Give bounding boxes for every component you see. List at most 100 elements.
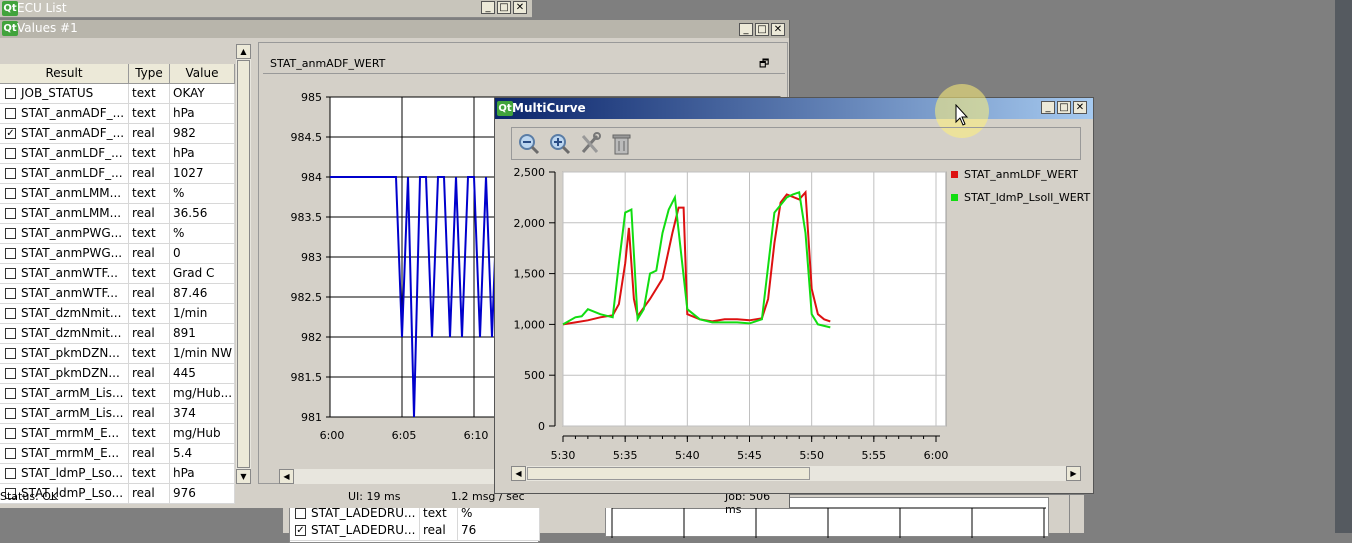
scroll-left-button[interactable]: ◀: [511, 466, 526, 481]
row-type: real: [129, 244, 170, 264]
row-type: text: [129, 304, 170, 324]
row-type: text: [129, 424, 170, 444]
row-value: 982: [170, 124, 235, 144]
x-tick-label: 5:50: [799, 449, 824, 462]
row-result: STAT_anmWTF...: [0, 264, 129, 284]
row-value: mg/Hub...: [170, 384, 235, 404]
table-row[interactable]: STAT_mrmM_E... text mg/Hub: [0, 424, 235, 444]
legend-swatch-2: [951, 194, 958, 201]
table-row[interactable]: STAT_anmLDF_... text hPa: [0, 144, 235, 164]
y-tick-label: 984: [301, 171, 322, 184]
row-result: STAT_anmADF_...: [0, 124, 129, 144]
minimize-button[interactable]: _: [739, 23, 753, 36]
row-value: hPa: [170, 464, 235, 484]
row-result: STAT_anmWTF...: [0, 284, 129, 304]
x-tick-label: 6:10: [464, 429, 489, 442]
row-type: text: [129, 344, 170, 364]
row-value: 36.56: [170, 204, 235, 224]
scroll-right-button[interactable]: ▶: [1066, 466, 1081, 481]
single-chart-title: STAT_anmADF_WERT: [270, 57, 386, 70]
table-row[interactable]: STAT_anmLDF_... real 1027: [0, 164, 235, 184]
minimize-button[interactable]: _: [1041, 101, 1055, 114]
zoom-in-icon[interactable]: [548, 132, 572, 156]
row-result: STAT_mrmM_E...: [0, 424, 129, 444]
row-type: real: [129, 324, 170, 344]
table-row[interactable]: STAT_pkmDZN... text 1/min NW: [0, 344, 235, 364]
x-tick-label: 5:40: [675, 449, 700, 462]
x-tick-label: 6:00: [924, 449, 949, 462]
row-type: text: [129, 464, 170, 484]
x-tick-label: 5:35: [613, 449, 638, 462]
maximize-button[interactable]: □: [1057, 101, 1071, 114]
zoom-out-icon[interactable]: [517, 132, 541, 156]
row-type: text: [129, 264, 170, 284]
table-row[interactable]: STAT_mrmM_E... real 5.4: [0, 444, 235, 464]
ecu-list-titlebar[interactable]: Qt ECU List _ □ ✕: [0, 0, 532, 18]
table-row[interactable]: STAT_anmLMM... real 36.56: [0, 204, 235, 224]
scroll-up-button[interactable]: ▲: [236, 44, 251, 59]
table-row[interactable]: STAT_ldmP_Lso... text hPa: [0, 464, 235, 484]
trash-icon[interactable]: [610, 132, 634, 156]
row-type: real: [420, 521, 458, 541]
table-row[interactable]: STAT_anmWTF... text Grad C: [0, 264, 235, 284]
maximize-button[interactable]: □: [755, 23, 769, 36]
table-row[interactable]: JOB_STATUS text OKAY: [0, 84, 235, 104]
table-row[interactable]: STAT_anmLMM... text%: [0, 184, 235, 204]
table-row[interactable]: STAT_armM_Lis... real 374: [0, 404, 235, 424]
table-row[interactable]: STAT_anmPWG... real 0: [0, 244, 235, 264]
multicurve-chart: 2,500 2,000 1,500 1,000 500 0 5:30 5:35 5:40 5:45…: [514, 166, 949, 462]
table-scrollbar[interactable]: ▲ ▼: [236, 44, 251, 484]
column-header-result[interactable]: Result: [0, 64, 129, 84]
x-tick-label: 6:00: [320, 429, 345, 442]
close-button[interactable]: ✕: [771, 23, 785, 36]
row-result: STAT_mrmM_E...: [0, 444, 129, 464]
row-result: STAT_anmLDF_...: [0, 144, 129, 164]
table-row[interactable]: STAT_dzmNmit... text 1/min: [0, 304, 235, 324]
close-button[interactable]: ✕: [1073, 101, 1087, 114]
x-tick-label: 5:30: [551, 449, 576, 462]
row-type: text: [129, 144, 170, 164]
table-row[interactable]: STAT_armM_Lis... text mg/Hub...: [0, 384, 235, 404]
table-row[interactable]: ✓ STAT_anmADF_... real 982: [0, 124, 235, 144]
table-row[interactable]: STAT_pkmDZN... real 445: [0, 364, 235, 384]
settings-tools-icon[interactable]: [579, 132, 603, 156]
maximize-button[interactable]: □: [497, 1, 511, 14]
minimize-button[interactable]: _: [481, 1, 495, 14]
table-row[interactable]: ✓ STAT_LADEDRU... real 76: [290, 521, 540, 541]
row-type: text: [129, 384, 170, 404]
legend-label-1: STAT_anmLDF_WERT: [964, 168, 1078, 181]
y-tick-label: 500: [524, 369, 545, 382]
table-row[interactable]: STAT_anmWTF... real 87.46: [0, 284, 235, 304]
row-result: STAT_anmADF_...: [0, 104, 129, 124]
table-row[interactable]: STAT_anmADF_... text hPa: [0, 104, 235, 124]
legend-item-2: STAT_ldmP_Lsoll_WERT: [951, 191, 1090, 204]
row-value: 891: [170, 324, 235, 344]
multicurve-titlebar[interactable]: Qt MultiCurve _ □ ✕: [495, 98, 1093, 119]
row-value: hPa: [170, 144, 235, 164]
close-button[interactable]: ✕: [513, 1, 527, 14]
row-type: real: [129, 164, 170, 184]
table-row[interactable]: STAT_dzmNmit... real 891: [0, 324, 235, 344]
row-type: text: [129, 224, 170, 244]
column-header-value[interactable]: Value: [170, 64, 235, 84]
y-tick-label: 0: [538, 420, 545, 433]
scroll-down-button[interactable]: ▼: [236, 469, 251, 484]
y-tick-label: 985: [301, 91, 322, 104]
legend-swatch-1: [951, 171, 958, 178]
y-tick-label: 2,500: [514, 166, 546, 179]
scroll-thumb[interactable]: [237, 60, 250, 468]
row-type: text: [129, 104, 170, 124]
column-header-type[interactable]: Type: [129, 64, 170, 84]
scroll-thumb[interactable]: [527, 467, 810, 480]
row-result: STAT_anmLDF_...: [0, 164, 129, 184]
scroll-left-button[interactable]: ◀: [279, 469, 294, 484]
row-result: STAT_anmPWG...: [0, 224, 129, 244]
undock-icon[interactable]: 🗗: [759, 55, 769, 74]
y-tick-label: 982.5: [291, 291, 323, 304]
row-value: 1027: [170, 164, 235, 184]
table-row[interactable]: STAT_anmPWG... text%: [0, 224, 235, 244]
values-titlebar[interactable]: Qt Values #1 _ □ ✕: [0, 20, 789, 38]
qt-logo-icon: Qt: [497, 101, 513, 116]
multicurve-hscroll[interactable]: ◀ ▶: [511, 466, 1081, 481]
row-value: 445: [170, 364, 235, 384]
